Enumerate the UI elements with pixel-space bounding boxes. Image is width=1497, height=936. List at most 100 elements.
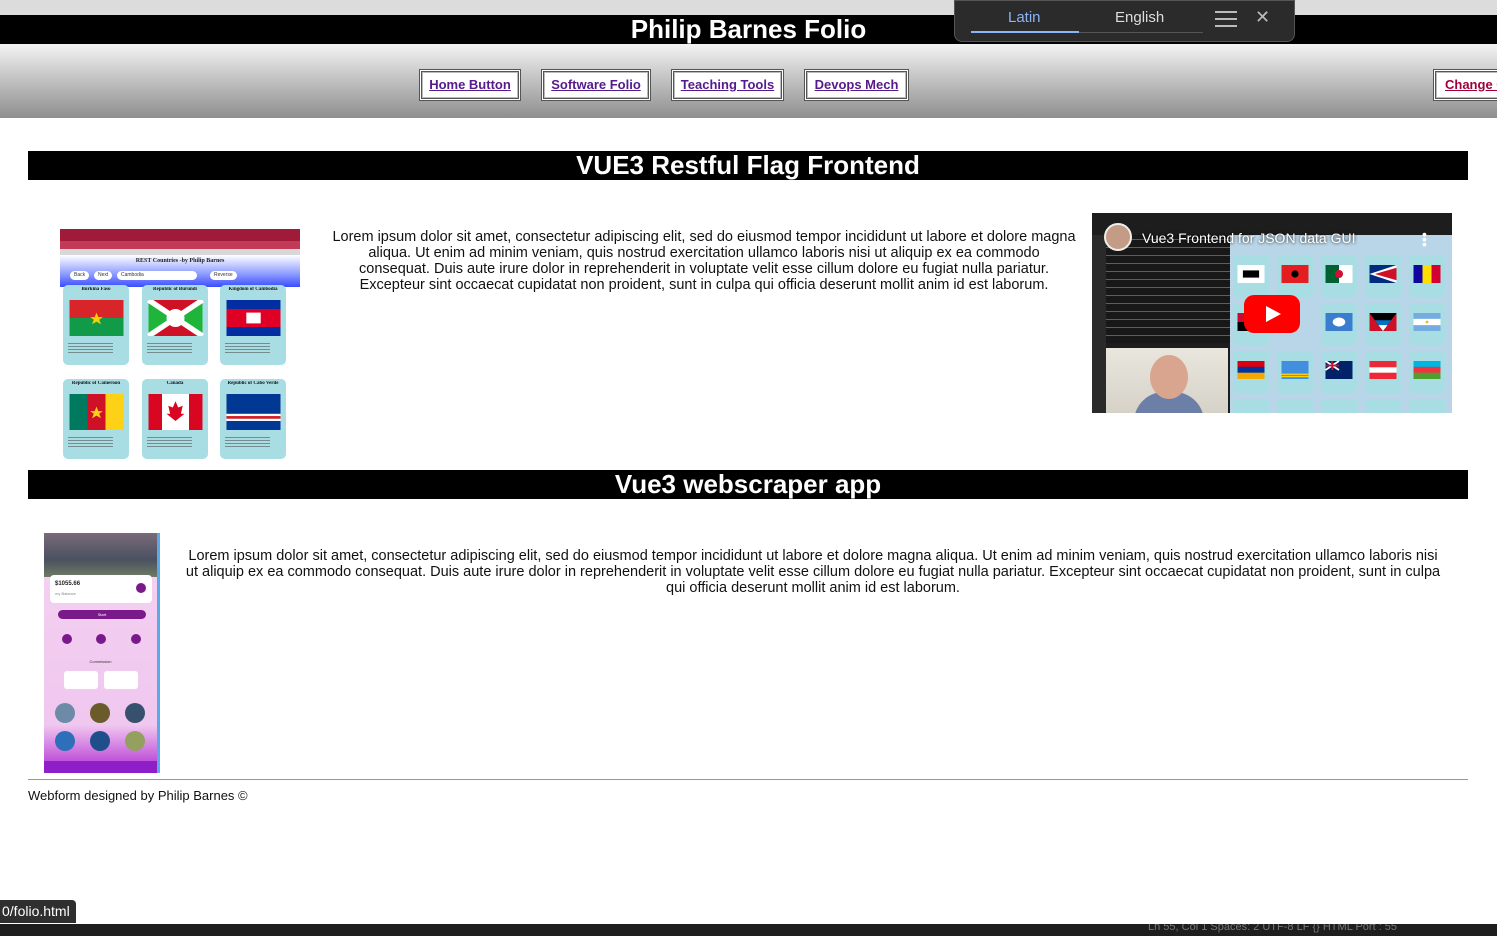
- flag-card: [1409, 255, 1445, 297]
- antarctica-flag: [1325, 313, 1353, 331]
- tab-underline: [971, 31, 1079, 33]
- flag-card-name: Republic of Burundi: [153, 287, 197, 292]
- andorra-flag: [1413, 265, 1441, 283]
- browser-tabs: [60, 229, 300, 241]
- flag-card: [1321, 255, 1357, 297]
- youtube-video-embed[interactable]: Vue3 Frontend for JSON data GUI • • •: [1092, 213, 1452, 413]
- presenter-face: [1150, 355, 1188, 399]
- section-heading-webscraper: Vue3 webscraper app: [28, 470, 1468, 499]
- cambodia-flag: [226, 300, 281, 336]
- category-icon: [90, 731, 110, 751]
- change-theme-button[interactable]: Change C: [1433, 69, 1497, 101]
- flag-app-title: REST Countries -by Philip Barnes: [135, 258, 225, 264]
- hamburger-icon[interactable]: [1215, 11, 1237, 28]
- webscraper-app-screenshot[interactable]: $1055.66 my Balance Start Commission: [44, 533, 160, 773]
- category-icon: [125, 731, 145, 751]
- feature-icon: [131, 634, 141, 644]
- flag-card-details: [68, 437, 113, 447]
- flag-card-details: [147, 437, 192, 447]
- devops-mech-button[interactable]: Devops Mech: [804, 69, 909, 101]
- flag-card: [1233, 399, 1269, 413]
- flag-card-name: Kingdom of Cambodia: [228, 287, 278, 292]
- flag-card: Canada: [142, 379, 208, 459]
- code-editor-preview: [1106, 235, 1230, 343]
- flag-card: [1409, 303, 1445, 345]
- video-title[interactable]: Vue3 Frontend for JSON data GUI: [1142, 230, 1355, 246]
- flag-card: Burkina Faso: [63, 285, 129, 365]
- teaching-tools-button[interactable]: Teaching Tools: [671, 69, 784, 101]
- footer-credit: Webform designed by Philip Barnes ©: [28, 788, 248, 803]
- translate-popup: Latin English ✕: [954, 0, 1295, 42]
- more-options-icon[interactable]: • • •: [1422, 227, 1427, 251]
- algeria-flag: [1325, 265, 1353, 283]
- flag-card: [1365, 399, 1401, 413]
- flag-card: Republic of Burundi: [142, 285, 208, 365]
- header-photo: [44, 533, 157, 577]
- back-pill: Back: [70, 271, 90, 280]
- section-heading-flag-frontend: VUE3 Restful Flag Frontend: [28, 151, 1468, 180]
- australia-flag: [1325, 361, 1353, 379]
- status-url-tooltip: 0/folio.html: [0, 900, 76, 923]
- cabo-verde-flag: [226, 394, 281, 430]
- home-button[interactable]: Home Button: [419, 69, 521, 101]
- armenia-flag: [1237, 361, 1265, 379]
- flag-card: [1409, 399, 1445, 413]
- stat-box: [104, 671, 138, 689]
- youtube-play-icon[interactable]: [1244, 295, 1300, 333]
- flag-app-header: REST Countries -by Philip Barnes Back Ne…: [60, 255, 300, 287]
- antigua-flag: [1369, 313, 1397, 331]
- tab-line: [1079, 32, 1203, 33]
- flag-card-name: Republic of Cabo Verde: [227, 381, 279, 386]
- category-icon: [125, 703, 145, 723]
- flag-card: Republic of Cabo Verde: [220, 379, 286, 459]
- cameroon-flag: [69, 394, 124, 430]
- stat-box: [64, 671, 98, 689]
- aruba-flag: [1281, 361, 1309, 379]
- flag-card: [1365, 255, 1401, 297]
- flag-card: [1321, 351, 1357, 393]
- austria-flag: [1369, 361, 1397, 379]
- channel-avatar[interactable]: [1104, 223, 1132, 251]
- tab-english[interactable]: English: [1115, 9, 1164, 26]
- flag-card-details: [225, 437, 270, 447]
- flag-card: [1233, 255, 1269, 297]
- flag-card: [1321, 399, 1357, 413]
- flag-card: [1277, 351, 1313, 393]
- section-description: Lorem ipsum dolor sit amet, consectetur …: [332, 229, 1076, 293]
- feature-icon: [96, 634, 106, 644]
- section-description: Lorem ipsum dolor sit amet, consectetur …: [185, 548, 1441, 596]
- albania-flag: [1281, 265, 1309, 283]
- browser-address-bar: [60, 241, 300, 249]
- flag-card: Kingdom of Cambodia: [220, 285, 286, 365]
- reverse-pill: Reverse: [210, 271, 237, 280]
- flag-card-name: Canada: [166, 381, 184, 386]
- close-icon[interactable]: ✕: [1255, 7, 1270, 28]
- flag-card: [1277, 255, 1313, 297]
- editor-sidebar: [1092, 235, 1106, 413]
- editor-status-text: Ln 55, Col 1 Spaces: 2 UTF-8 LF {} HTML …: [1148, 924, 1398, 933]
- american-samoa-flag: [1369, 265, 1397, 283]
- profile-icon: [136, 583, 146, 593]
- flag-card: [1365, 351, 1401, 393]
- afghanistan-flag: [1237, 265, 1265, 283]
- argentina-flag: [1413, 313, 1441, 331]
- flag-card: [1409, 351, 1445, 393]
- category-icon: [55, 731, 75, 751]
- flag-card-name: Burkina Faso: [81, 287, 111, 292]
- tab-latin[interactable]: Latin: [1008, 9, 1041, 26]
- flag-app-thumbnail[interactable]: REST Countries -by Philip Barnes Back Ne…: [60, 229, 300, 462]
- flag-card: [1233, 351, 1269, 393]
- balance-label: my Balance: [55, 591, 76, 596]
- burundi-flag: [147, 300, 204, 336]
- azerbaijan-flag: [1413, 361, 1441, 379]
- commission-label: Commission: [89, 659, 112, 664]
- category-icon: [90, 703, 110, 723]
- bottom-nav: [44, 761, 157, 773]
- flag-card: [1321, 303, 1357, 345]
- next-pill: Next: [94, 271, 113, 280]
- nav-band: Home Button Software Folio Teaching Tool…: [0, 44, 1497, 118]
- software-folio-button[interactable]: Software Folio: [541, 69, 651, 101]
- start-button: Start: [58, 610, 146, 619]
- flag-card: Republic of Cameroon: [63, 379, 129, 459]
- balance-amount: $1055.66: [55, 581, 81, 587]
